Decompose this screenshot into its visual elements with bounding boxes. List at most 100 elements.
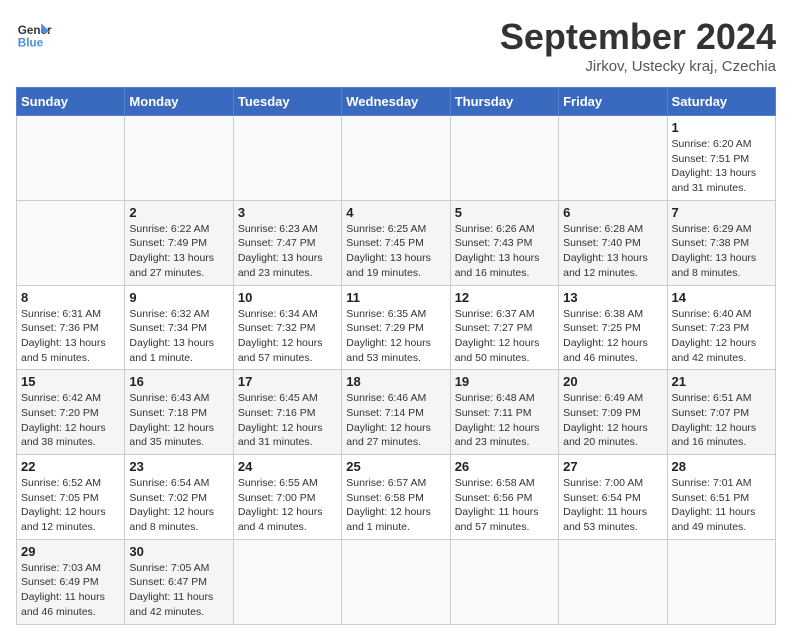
day-info: Sunrise: 6:28 AM Sunset: 7:40 PM Dayligh… (563, 222, 662, 281)
table-row: 21 Sunrise: 6:51 AM Sunset: 7:07 PM Dayli… (667, 370, 775, 455)
day-number: 21 (672, 374, 771, 389)
table-row: 20 Sunrise: 6:49 AM Sunset: 7:09 PM Dayli… (559, 370, 667, 455)
table-row: 22Sunrise: 6:52 AM Sunset: 7:05 PM Dayli… (17, 455, 125, 540)
day-info: Sunrise: 6:22 AM Sunset: 7:49 PM Dayligh… (129, 222, 228, 281)
calendar-body: 1 Sunrise: 6:20 AM Sunset: 7:51 PM Daylig… (17, 116, 776, 625)
day-info: Sunrise: 6:46 AM Sunset: 7:14 PM Dayligh… (346, 391, 445, 450)
table-row (450, 539, 558, 624)
table-row (125, 116, 233, 201)
day-info: Sunrise: 7:05 AM Sunset: 6:47 PM Dayligh… (129, 561, 228, 620)
day-number: 26 (455, 459, 554, 474)
day-number: 10 (238, 290, 337, 305)
day-number: 7 (672, 205, 771, 220)
day-info: Sunrise: 6:38 AM Sunset: 7:25 PM Dayligh… (563, 307, 662, 366)
table-row (17, 116, 125, 201)
day-info: Sunrise: 6:31 AM Sunset: 7:36 PM Dayligh… (21, 307, 120, 366)
week-row: 1 Sunrise: 6:20 AM Sunset: 7:51 PM Daylig… (17, 116, 776, 201)
day-number: 8 (21, 290, 120, 305)
table-row: 24 Sunrise: 6:55 AM Sunset: 7:00 PM Dayli… (233, 455, 341, 540)
day-number: 4 (346, 205, 445, 220)
day-info: Sunrise: 6:45 AM Sunset: 7:16 PM Dayligh… (238, 391, 337, 450)
svg-text:Blue: Blue (18, 37, 44, 50)
day-number: 23 (129, 459, 228, 474)
day-number: 15 (21, 374, 120, 389)
day-number: 17 (238, 374, 337, 389)
day-info: Sunrise: 6:34 AM Sunset: 7:32 PM Dayligh… (238, 307, 337, 366)
day-number: 6 (563, 205, 662, 220)
day-info: Sunrise: 6:20 AM Sunset: 7:51 PM Dayligh… (672, 137, 771, 196)
day-info: Sunrise: 6:58 AM Sunset: 6:56 PM Dayligh… (455, 476, 554, 535)
week-row: 2 Sunrise: 6:22 AM Sunset: 7:49 PM Daylig… (17, 200, 776, 285)
header-day: Monday (125, 88, 233, 116)
header-day: Wednesday (342, 88, 450, 116)
logo-icon: General Blue (16, 16, 52, 52)
table-row: 1 Sunrise: 6:20 AM Sunset: 7:51 PM Daylig… (667, 116, 775, 201)
header-day: Saturday (667, 88, 775, 116)
table-row (233, 539, 341, 624)
day-info: Sunrise: 6:32 AM Sunset: 7:34 PM Dayligh… (129, 307, 228, 366)
table-row: 23 Sunrise: 6:54 AM Sunset: 7:02 PM Dayli… (125, 455, 233, 540)
day-info: Sunrise: 6:48 AM Sunset: 7:11 PM Dayligh… (455, 391, 554, 450)
day-info: Sunrise: 6:57 AM Sunset: 6:58 PM Dayligh… (346, 476, 445, 535)
day-number: 25 (346, 459, 445, 474)
table-row: 27Sunrise: 7:00 AM Sunset: 6:54 PM Dayli… (559, 455, 667, 540)
day-number: 30 (129, 544, 228, 559)
table-row: 30 Sunrise: 7:05 AM Sunset: 6:47 PM Dayli… (125, 539, 233, 624)
table-row: 19 Sunrise: 6:48 AM Sunset: 7:11 PM Dayli… (450, 370, 558, 455)
day-number: 12 (455, 290, 554, 305)
day-info: Sunrise: 6:55 AM Sunset: 7:00 PM Dayligh… (238, 476, 337, 535)
week-row: 8 Sunrise: 6:31 AM Sunset: 7:36 PM Daylig… (17, 285, 776, 370)
day-number: 3 (238, 205, 337, 220)
day-number: 11 (346, 290, 445, 305)
day-number: 14 (672, 290, 771, 305)
table-row: 3Sunrise: 6:23 AM Sunset: 7:47 PM Daylig… (233, 200, 341, 285)
table-row: 13Sunrise: 6:38 AM Sunset: 7:25 PM Dayli… (559, 285, 667, 370)
day-info: Sunrise: 7:01 AM Sunset: 6:51 PM Dayligh… (672, 476, 771, 535)
table-row: 11Sunrise: 6:35 AM Sunset: 7:29 PM Dayli… (342, 285, 450, 370)
calendar-table: SundayMondayTuesdayWednesdayThursdayFrid… (16, 87, 776, 625)
day-number: 24 (238, 459, 337, 474)
logo: General Blue (16, 16, 52, 52)
table-row (559, 539, 667, 624)
day-info: Sunrise: 6:49 AM Sunset: 7:09 PM Dayligh… (563, 391, 662, 450)
day-number: 1 (672, 120, 771, 135)
table-row: 16Sunrise: 6:43 AM Sunset: 7:18 PM Dayli… (125, 370, 233, 455)
day-info: Sunrise: 6:37 AM Sunset: 7:27 PM Dayligh… (455, 307, 554, 366)
table-row: 5Sunrise: 6:26 AM Sunset: 7:43 PM Daylig… (450, 200, 558, 285)
table-row (450, 116, 558, 201)
week-row: 22Sunrise: 6:52 AM Sunset: 7:05 PM Dayli… (17, 455, 776, 540)
day-number: 29 (21, 544, 120, 559)
table-row (342, 116, 450, 201)
location: Jirkov, Ustecky kraj, Czechia (500, 58, 776, 75)
day-info: Sunrise: 7:00 AM Sunset: 6:54 PM Dayligh… (563, 476, 662, 535)
day-info: Sunrise: 6:40 AM Sunset: 7:23 PM Dayligh… (672, 307, 771, 366)
day-number: 16 (129, 374, 228, 389)
header-row: SundayMondayTuesdayWednesdayThursdayFrid… (17, 88, 776, 116)
day-number: 19 (455, 374, 554, 389)
day-info: Sunrise: 6:26 AM Sunset: 7:43 PM Dayligh… (455, 222, 554, 281)
table-row (342, 539, 450, 624)
table-row: 25 Sunrise: 6:57 AM Sunset: 6:58 PM Dayli… (342, 455, 450, 540)
table-row: 10 Sunrise: 6:34 AM Sunset: 7:32 PM Dayli… (233, 285, 341, 370)
header-day: Tuesday (233, 88, 341, 116)
table-row: 4Sunrise: 6:25 AM Sunset: 7:45 PM Daylig… (342, 200, 450, 285)
day-info: Sunrise: 6:52 AM Sunset: 7:05 PM Dayligh… (21, 476, 120, 535)
table-row: 7Sunrise: 6:29 AM Sunset: 7:38 PM Daylig… (667, 200, 775, 285)
header-day: Sunday (17, 88, 125, 116)
day-number: 20 (563, 374, 662, 389)
header-day: Friday (559, 88, 667, 116)
table-row (233, 116, 341, 201)
day-info: Sunrise: 6:51 AM Sunset: 7:07 PM Dayligh… (672, 391, 771, 450)
table-row: 6 Sunrise: 6:28 AM Sunset: 7:40 PM Daylig… (559, 200, 667, 285)
table-row: 9Sunrise: 6:32 AM Sunset: 7:34 PM Daylig… (125, 285, 233, 370)
table-row (667, 539, 775, 624)
month-title: September 2024 (500, 16, 776, 58)
day-info: Sunrise: 6:54 AM Sunset: 7:02 PM Dayligh… (129, 476, 228, 535)
day-number: 2 (129, 205, 228, 220)
week-row: 15Sunrise: 6:42 AM Sunset: 7:20 PM Dayli… (17, 370, 776, 455)
header-day: Thursday (450, 88, 558, 116)
table-row (559, 116, 667, 201)
table-row: 2 Sunrise: 6:22 AM Sunset: 7:49 PM Daylig… (125, 200, 233, 285)
table-row: 28Sunrise: 7:01 AM Sunset: 6:51 PM Dayli… (667, 455, 775, 540)
day-number: 18 (346, 374, 445, 389)
